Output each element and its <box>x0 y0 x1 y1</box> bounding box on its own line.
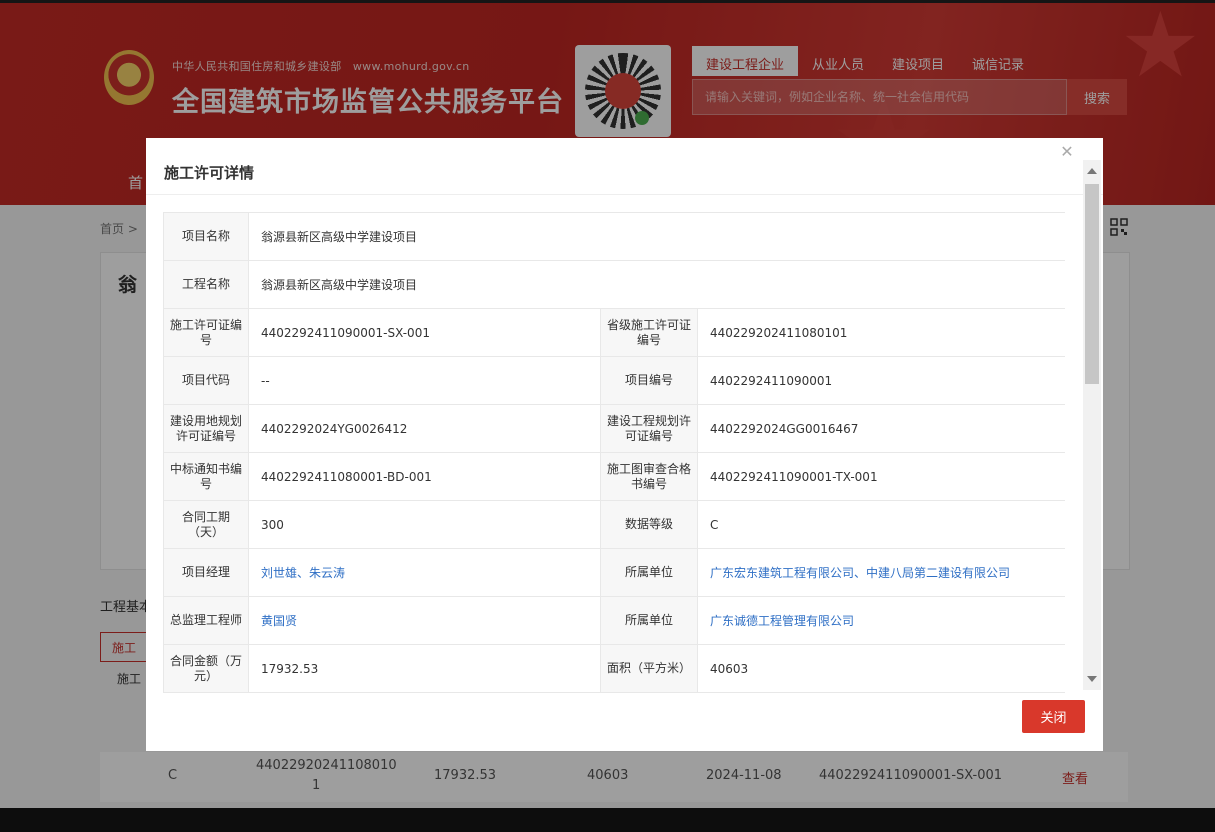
field-label: 中标通知书编号 <box>163 452 249 501</box>
table-row: 中标通知书编号 4402292411080001-BD-001 施工图审查合格书… <box>163 452 1065 501</box>
scroll-down-arrow-icon[interactable] <box>1087 676 1097 682</box>
table-row: 合同金额（万元） 17932.53 面积（平方米） 40603 <box>163 644 1065 693</box>
table-row: 项目代码 -- 项目编号 4402292411090001 <box>163 356 1065 405</box>
company-link[interactable]: 广东诚德工程管理有限公司 <box>696 596 1065 645</box>
table-row: 项目名称 翁源县新区高级中学建设项目 <box>163 212 1065 261</box>
field-value: 4402292411090001-TX-001 <box>696 452 1065 501</box>
field-label: 建设用地规划许可证编号 <box>163 404 249 453</box>
chief-supervisor-link[interactable]: 黄国贤 <box>248 596 601 645</box>
field-label: 数据等级 <box>600 500 698 549</box>
field-value: 17932.53 <box>248 644 601 693</box>
field-value: 40603 <box>696 644 1065 693</box>
field-value: 4402292411080001-BD-001 <box>248 452 601 501</box>
field-value: 4402292411090001 <box>696 356 1065 405</box>
table-row: 项目经理 刘世雄、朱云涛 所属单位 广东宏东建筑工程有限公司、中建八局第二建设有… <box>163 548 1065 597</box>
field-label: 施工许可证编号 <box>163 308 249 357</box>
field-label: 项目经理 <box>163 548 249 597</box>
table-row: 合同工期（天） 300 数据等级 C <box>163 500 1065 549</box>
field-label: 项目代码 <box>163 356 249 405</box>
company-link[interactable]: 广东宏东建筑工程有限公司、中建八局第二建设有限公司 <box>696 548 1065 597</box>
table-row: 工程名称 翁源县新区高级中学建设项目 <box>163 260 1065 309</box>
field-label: 项目编号 <box>600 356 698 405</box>
field-label: 施工图审查合格书编号 <box>600 452 698 501</box>
field-label: 合同工期（天） <box>163 500 249 549</box>
field-label: 面积（平方米） <box>600 644 698 693</box>
project-manager-link[interactable]: 刘世雄、朱云涛 <box>248 548 601 597</box>
field-label: 项目名称 <box>163 212 249 261</box>
field-value: -- <box>248 356 601 405</box>
field-value: 440229202411080101 <box>696 308 1065 357</box>
field-label: 所属单位 <box>600 596 698 645</box>
scroll-up-arrow-icon[interactable] <box>1087 168 1097 174</box>
field-value: 4402292024GG0016467 <box>696 404 1065 453</box>
table-row: 施工许可证编号 4402292411090001-SX-001 省级施工许可证编… <box>163 308 1065 357</box>
modal-divider <box>146 194 1103 195</box>
field-value: 4402292411090001-SX-001 <box>248 308 601 357</box>
field-label: 总监理工程师 <box>163 596 249 645</box>
field-label: 省级施工许可证编号 <box>600 308 698 357</box>
permit-detail-modal: 施工许可详情 ✕ 项目名称 翁源县新区高级中学建设项目 工程名称 翁源县新区高级… <box>146 138 1103 751</box>
close-icon[interactable]: ✕ <box>1059 144 1075 160</box>
field-value: 4402292024YG0026412 <box>248 404 601 453</box>
detail-table-wrapper: 项目名称 翁源县新区高级中学建设项目 工程名称 翁源县新区高级中学建设项目 施工… <box>163 212 1065 762</box>
field-label: 合同金额（万元） <box>163 644 249 693</box>
field-value: 翁源县新区高级中学建设项目 <box>247 260 1065 309</box>
field-value: C <box>696 500 1065 549</box>
permit-detail-table: 项目名称 翁源县新区高级中学建设项目 工程名称 翁源县新区高级中学建设项目 施工… <box>163 212 1065 693</box>
field-value: 300 <box>248 500 601 549</box>
scroll-thumb[interactable] <box>1085 184 1099 384</box>
table-row: 总监理工程师 黄国贤 所属单位 广东诚德工程管理有限公司 <box>163 596 1065 645</box>
field-value: 翁源县新区高级中学建设项目 <box>247 212 1065 261</box>
modal-title: 施工许可详情 <box>164 164 255 182</box>
field-label: 所属单位 <box>600 548 698 597</box>
modal-scrollbar[interactable] <box>1083 160 1101 690</box>
field-label: 工程名称 <box>163 260 249 309</box>
field-label: 建设工程规划许可证编号 <box>600 404 698 453</box>
close-button[interactable]: 关闭 <box>1022 700 1085 733</box>
table-row: 建设用地规划许可证编号 4402292024YG0026412 建设工程规划许可… <box>163 404 1065 453</box>
